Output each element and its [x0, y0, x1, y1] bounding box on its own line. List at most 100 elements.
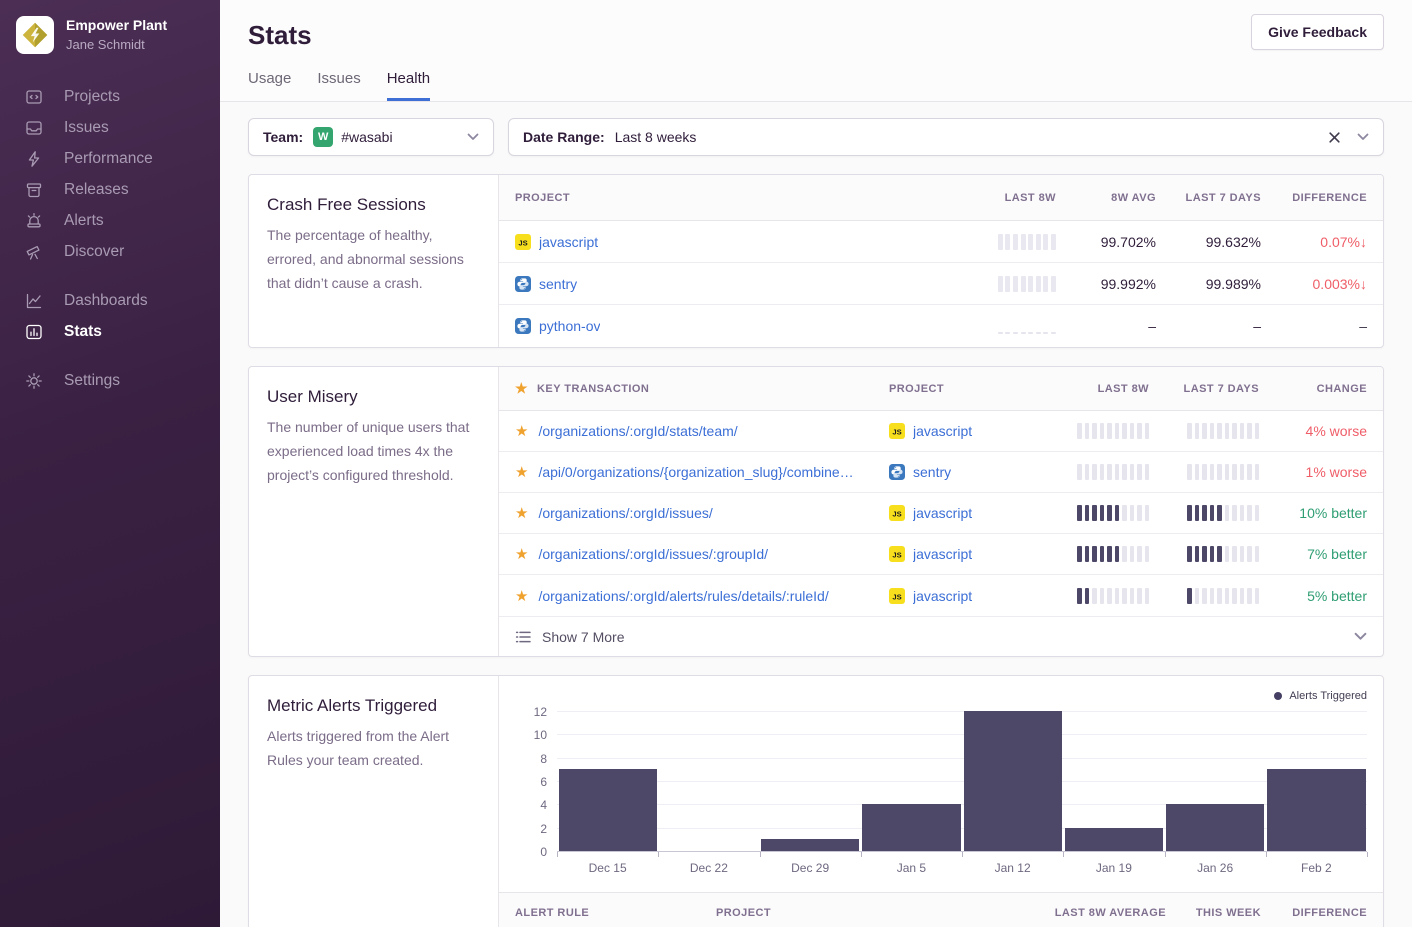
column-last-7-days: LAST 7 DAYS — [1156, 192, 1261, 204]
difference-value: 0.07% ↓ — [1261, 234, 1367, 250]
key-transaction-star-icon[interactable]: ★ — [515, 587, 528, 605]
key-transaction-star-icon[interactable]: ★ — [515, 504, 528, 522]
issues-icon — [25, 119, 43, 137]
misery-table-row: ★ /organizations/:orgId/alerts/rules/deta… — [499, 575, 1383, 616]
x-axis-label: Dec 15 — [557, 852, 658, 882]
sidebar-item-label: Issues — [64, 119, 109, 137]
project-link[interactable]: python-ov — [539, 318, 600, 334]
list-icon — [515, 630, 531, 644]
key-transaction-star-icon[interactable]: ★ — [515, 463, 528, 481]
difference-value: – — [1261, 318, 1367, 334]
y-axis-label: 8 — [540, 752, 547, 766]
bar-dec-15 — [559, 769, 657, 851]
misery-table-row: ★ /organizations/:orgId/stats/team/JS java… — [499, 411, 1383, 452]
misery-bars — [1187, 464, 1259, 480]
arrow-down-icon: ↓ — [1360, 276, 1367, 292]
sidebar-item-dashboards[interactable]: Dashboards — [0, 285, 220, 316]
project-link[interactable]: sentry — [913, 464, 951, 480]
project-link[interactable]: javascript — [913, 588, 972, 604]
tabs: Usage Issues Health — [248, 70, 1384, 101]
project-link[interactable]: sentry — [539, 276, 577, 292]
transaction-link[interactable]: /organizations/:orgId/stats/team/ — [538, 423, 737, 439]
tab-usage[interactable]: Usage — [248, 70, 291, 101]
sidebar-item-stats[interactable]: Stats — [0, 316, 220, 347]
key-transaction-star-icon[interactable]: ★ — [515, 422, 528, 440]
crash-table-row: python-ov––– — [499, 305, 1383, 347]
alert-rules-table-header: ALERT RULEPROJECTLAST 8W AVERAGETHIS WEE… — [499, 892, 1383, 927]
x-axis-label: Feb 2 — [1266, 852, 1367, 882]
misery-bars — [1187, 546, 1259, 562]
dashboards-icon — [25, 292, 43, 310]
team-value: #wasabi — [341, 129, 392, 145]
y-axis-label: 12 — [534, 705, 547, 719]
transaction-link[interactable]: /organizations/:orgId/issues/:groupId/ — [538, 546, 768, 562]
project-link[interactable]: javascript — [913, 505, 972, 521]
sidebar-item-performance[interactable]: Performance — [0, 143, 220, 174]
misery-bars — [1187, 505, 1259, 521]
chevron-down-icon[interactable] — [467, 133, 479, 141]
show-more-button[interactable]: Show 7 More — [499, 616, 1383, 656]
column-change: CHANGE — [1259, 383, 1367, 395]
transaction-link[interactable]: /organizations/:orgId/alerts/rules/detai… — [538, 588, 828, 604]
transaction-link[interactable]: /api/0/organizations/{organization_slug}… — [538, 464, 853, 480]
column-last-7-days: LAST 7 DAYS — [1149, 383, 1259, 395]
sidebar-item-releases[interactable]: Releases — [0, 174, 220, 205]
panel-title: Metric Alerts Triggered — [267, 696, 480, 716]
misery-bars — [1187, 588, 1259, 604]
svg-text:JS: JS — [892, 551, 901, 560]
releases-icon — [25, 181, 43, 199]
svg-text:JS: JS — [518, 238, 527, 247]
key-transaction-star-icon[interactable]: ★ — [515, 545, 528, 563]
bar-jan-19 — [1065, 828, 1163, 851]
tab-health[interactable]: Health — [387, 70, 430, 101]
sidebar-item-discover[interactable]: Discover — [0, 236, 220, 267]
projects-icon — [25, 88, 43, 106]
give-feedback-button[interactable]: Give Feedback — [1251, 14, 1384, 50]
sidebar-item-label: Projects — [64, 88, 120, 106]
sidebar-item-projects[interactable]: Projects — [0, 81, 220, 112]
sidebar-item-settings[interactable]: Settings — [0, 365, 220, 396]
column-key-transaction: KEY TRANSACTION — [537, 383, 649, 395]
misery-bars — [1077, 505, 1149, 521]
arrow-down-icon: ↓ — [1360, 234, 1367, 250]
project-link[interactable]: javascript — [539, 234, 598, 250]
python-platform-icon — [889, 464, 905, 480]
svg-text:JS: JS — [892, 428, 901, 437]
x-axis-label: Dec 22 — [658, 852, 759, 882]
sidebar-item-label: Dashboards — [64, 292, 148, 310]
python-platform-icon — [515, 318, 531, 334]
date-range-selector[interactable]: Date Range: Last 8 weeks — [508, 118, 1384, 156]
project-link[interactable]: javascript — [913, 546, 972, 562]
transaction-link[interactable]: /organizations/:orgId/issues/ — [538, 505, 712, 521]
avg-value: 99.992% — [1056, 276, 1156, 292]
column-alert-rule: ALERT RULE — [515, 907, 716, 919]
bar-dec-29 — [761, 839, 859, 851]
user-misery-panel: User Misery The number of unique users t… — [248, 366, 1384, 657]
tab-issues[interactable]: Issues — [317, 70, 360, 101]
panel-description: The percentage of healthy, errored, and … — [267, 224, 480, 295]
y-axis-label: 4 — [540, 798, 547, 812]
difference-value: 0.003% ↓ — [1261, 276, 1367, 292]
project-link[interactable]: javascript — [913, 423, 972, 439]
misery-bars — [1077, 546, 1149, 562]
org-switcher[interactable]: Empower Plant Jane Schmidt — [0, 0, 220, 54]
column-8w-avg: 8W AVG — [1056, 192, 1156, 204]
sidebar-item-label: Alerts — [64, 212, 104, 230]
show-more-label: Show 7 More — [542, 629, 624, 645]
sidebar-item-issues[interactable]: Issues — [0, 112, 220, 143]
bar-jan-26 — [1166, 804, 1264, 851]
bar-jan-5 — [862, 804, 960, 851]
team-selector[interactable]: Team: W #wasabi — [248, 118, 494, 156]
svg-text:JS: JS — [892, 510, 901, 519]
javascript-platform-icon: JS — [515, 234, 531, 250]
clear-icon[interactable] — [1328, 131, 1341, 144]
svg-text:JS: JS — [892, 592, 901, 601]
chevron-down-icon[interactable] — [1354, 632, 1367, 641]
date-range-value: Last 8 weeks — [615, 129, 697, 145]
sidebar-item-label: Stats — [64, 323, 102, 341]
sidebar-item-alerts[interactable]: Alerts — [0, 205, 220, 236]
panel-description: Alerts triggered from the Alert Rules yo… — [267, 725, 480, 773]
discover-icon — [25, 243, 43, 261]
column-project: PROJECT — [716, 907, 1006, 919]
chevron-down-icon[interactable] — [1357, 133, 1369, 141]
